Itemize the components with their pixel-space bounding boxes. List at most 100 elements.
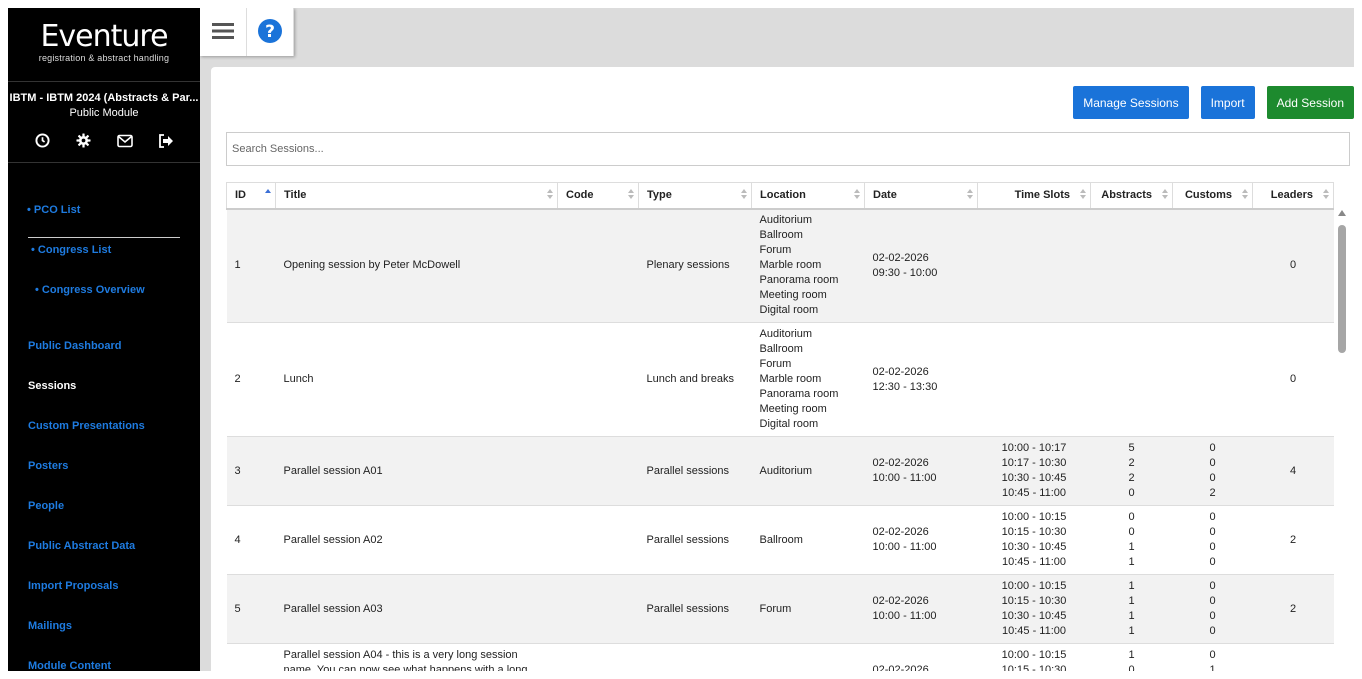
clock-icon[interactable] [34,132,51,149]
nav-public-abstract-data[interactable]: Public Abstract Data [28,540,135,552]
cell-type: Parallel sessions [638,505,752,575]
abstracts-line: 0 [1128,664,1135,671]
time-slots-line: 10:30 - 10:45 [1001,541,1067,553]
sort-icon [547,189,553,201]
cell-title: Parallel session A02 [275,505,558,575]
header-label: Abstracts [1101,189,1152,202]
abstracts-line: 0 [1128,526,1135,538]
customs-line: 0 [1209,649,1216,661]
column-header-leaders[interactable]: Leaders [1252,182,1334,210]
title-line: Lunch [283,373,314,385]
menu-toggle-button[interactable] [200,8,247,56]
add-session-button[interactable]: Add Session [1266,86,1354,119]
header-label: Time Slots [1014,189,1070,202]
table-row[interactable]: 4 Parallel session A02 Parallel sessions Ba… [226,505,1334,575]
abstracts-line: 1 [1128,580,1135,592]
leaders-value: 4 [1289,464,1297,477]
abstracts-line: 5 [1128,442,1135,454]
abstracts-line: 1 [1128,556,1135,568]
nav-congress-overview[interactable]: • Congress Overview [35,284,145,296]
abstracts-line: 0 [1128,487,1135,499]
location-line: Forum [759,358,792,370]
cell-leaders: 0 [1252,208,1334,323]
nav-module-content[interactable]: Module Content [28,660,111,671]
cell-time-slots: 10:00 - 10:15 10:15 - 10:30 [977,643,1091,671]
sort-icon [1323,189,1329,201]
nav-mailings[interactable]: Mailings [28,620,72,632]
gear-icon[interactable] [75,132,92,149]
abstracts-line: 0 [1128,511,1135,523]
help-button[interactable]: ? [247,8,294,56]
id-value: 5 [234,602,241,615]
table-row[interactable]: Parallel session A04 - this is a very lo… [226,643,1334,671]
cell-type: Lunch and breaks [638,322,752,437]
customs-line: 0 [1209,526,1216,538]
column-header-time-slots[interactable]: Time Slots [977,182,1091,210]
customs-line: 0 [1209,610,1216,622]
column-header-title[interactable]: Title [275,182,558,210]
manage-sessions-button[interactable]: Manage Sessions [1073,86,1189,119]
nav-custom-presentations[interactable]: Custom Presentations [28,420,145,432]
nav-posters[interactable]: Posters [28,460,68,472]
column-header-date[interactable]: Date [864,182,978,210]
customs-line: 2 [1209,487,1216,499]
nav-pco-list[interactable]: • PCO List [27,204,80,216]
cell-type [638,643,752,671]
search-input[interactable] [226,132,1350,166]
location-line: Meeting room [759,289,827,302]
location-line: Auditorium [759,328,813,340]
sort-icon [854,189,860,201]
column-header-code[interactable]: Code [557,182,639,210]
main-content: Manage Sessions Import Add Session ID Ti… [211,67,1354,671]
column-header-type[interactable]: Type [638,182,752,210]
mail-icon[interactable] [116,132,133,149]
abstracts-line: 2 [1128,472,1135,484]
cell-date: 02-02-2026 10:00 - 11:00 [864,436,978,506]
vertical-scrollbar[interactable] [1336,208,1348,671]
cell-title: Parallel session A04 - this is a very lo… [275,643,558,671]
import-button[interactable]: Import [1200,86,1255,119]
time-slots-line: 10:00 - 10:15 [1001,580,1067,592]
date-line: 02-02-2026 [872,457,929,469]
nav-people[interactable]: People [28,500,64,512]
nav-public-dashboard[interactable]: Public Dashboard [28,340,122,352]
nav-sessions[interactable]: Sessions [28,380,76,392]
time-slots-line: 10:00 - 10:15 [1001,511,1067,523]
id-value: 2 [234,373,241,385]
table-row[interactable]: 1 Opening session by Peter McDowell Plenar… [226,208,1334,323]
time-slots-line: 10:45 - 11:00 [1001,625,1066,637]
date-line: 12:30 - 13:30 [872,380,938,393]
sort-asc-icon [265,189,271,201]
table-row[interactable]: 3 Parallel session A01 Parallel sessions Au… [226,436,1334,506]
column-header-id[interactable]: ID [226,182,276,210]
cell-leaders: 4 [1252,436,1334,506]
logout-icon[interactable] [157,132,174,149]
customs-line: 0 [1209,580,1216,592]
column-header-customs[interactable]: Customs [1172,182,1253,210]
nav-congress-list[interactable]: • Congress List [31,244,111,256]
time-slots-line: 10:45 - 11:00 [1001,556,1066,568]
cell-title: Parallel session A01 [275,436,558,506]
cell-abstracts: 10 [1090,643,1173,671]
app-frame: Eventure registration & abstract handlin… [8,8,1354,671]
logo[interactable]: Eventure registration & abstract handlin… [8,8,200,82]
nav-import-proposals[interactable]: Import Proposals [28,580,118,592]
customs-line: 0 [1209,595,1216,607]
date-line: 02-02-2026 [872,365,929,378]
time-slots-line: 10:00 - 10:15 [1001,649,1067,661]
scrollbar-thumb[interactable] [1338,225,1346,353]
scroll-up-arrow-icon[interactable] [1338,210,1346,216]
location-line: Forum [759,244,792,257]
table-row[interactable]: 5 Parallel session A03 Parallel sessions Fo… [226,574,1334,644]
sort-icon [1080,189,1086,201]
column-header-abstracts[interactable]: Abstracts [1090,182,1173,210]
table-row[interactable]: 2 Lunch Lunch and breaks Auditorium Ballroom… [226,322,1334,437]
title-line: Parallel session A02 [283,533,383,546]
column-header-location[interactable]: Location [751,182,865,210]
cell-date: 02-02-2026 10:00 - 11:00 [864,505,978,575]
customs-line: 0 [1209,556,1216,568]
leaders-value: 0 [1289,259,1297,272]
help-icon: ? [257,18,283,47]
leaders-value: 2 [1289,602,1297,615]
header-label: ID [235,189,246,202]
